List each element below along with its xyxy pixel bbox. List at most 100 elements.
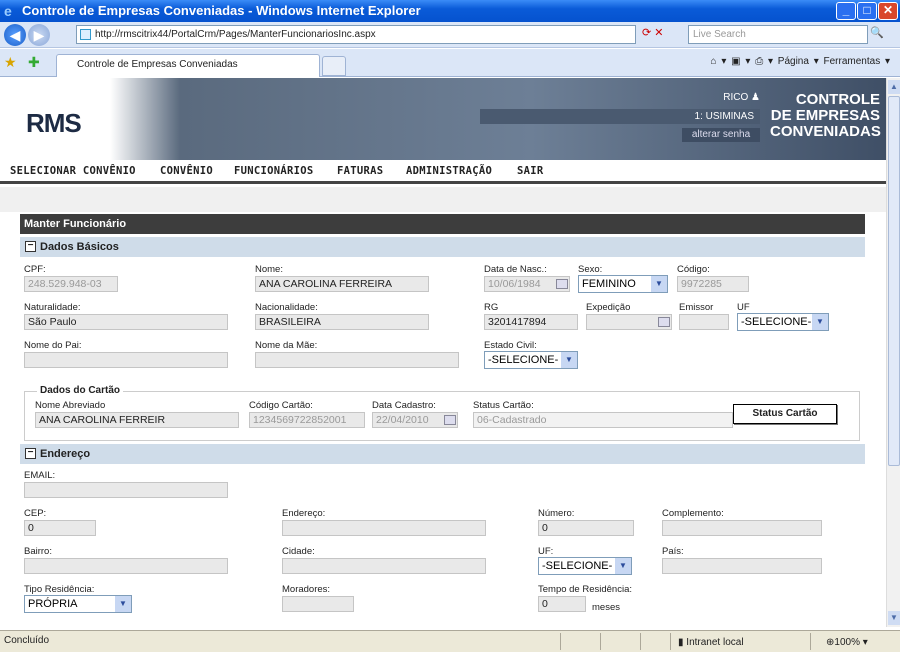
calendar-icon (556, 279, 568, 289)
app-header: RMS RICO ♟ 1: USIMINAS alterar senha CON… (0, 78, 886, 160)
scroll-thumb[interactable] (888, 96, 900, 466)
zone-indicator: ▮ Intranet local (678, 637, 744, 648)
address-bar-row: ◀ ▶ http://rmscitrix44/PortalCrm/Pages/M… (0, 22, 900, 48)
vertical-scrollbar[interactable]: ▲ ▼ (886, 78, 900, 627)
tempo-residencia-field[interactable]: 0 (538, 596, 586, 612)
intranet-icon: ▮ (678, 637, 684, 648)
bairro-field[interactable] (24, 558, 228, 574)
forward-icon[interactable]: ▶ (28, 24, 50, 46)
menu-funcionarios[interactable]: FUNCIONÁRIOS (234, 165, 313, 177)
status-cartao-button[interactable]: Status Cartão (733, 404, 837, 424)
estado-civil-label: Estado Civil: (484, 340, 537, 351)
ie-icon: e (4, 3, 12, 19)
sexo-select[interactable]: FEMININO ▼ (578, 275, 668, 293)
zoom-control[interactable]: ⊕100% ▾ (826, 633, 868, 653)
moradores-label: Moradores: (282, 584, 331, 595)
status-cartao-select[interactable]: 06-Cadastrado (473, 412, 733, 428)
scroll-up-icon[interactable]: ▲ (888, 80, 900, 94)
search-icon[interactable]: 🔍 (870, 26, 884, 39)
estado-civil-select[interactable]: -SELECIONE- ▼ (484, 351, 578, 369)
codigo-label: Código: (677, 264, 710, 275)
nome-label: Nome: (255, 264, 283, 275)
cpf-label: CPF: (24, 264, 46, 275)
data-cadastro-label: Data Cadastro: (372, 400, 436, 411)
cidade-field[interactable] (282, 558, 486, 574)
window-titlebar: e Controle de Empresas Conveniadas - Win… (0, 0, 900, 22)
user-name: RICO ♟ (723, 92, 760, 103)
complemento-field[interactable] (662, 520, 822, 536)
rms-logo: RMS (26, 108, 82, 138)
tab-bar: ★ ✚ Controle de Empresas Conveniadas ⌂ ▾… (0, 49, 900, 77)
menu-administracao[interactable]: ADMINISTRAÇÃO (406, 165, 492, 177)
form-panel: Manter Funcionário − Dados Básicos CPF: 2… (20, 214, 865, 627)
nasc-field[interactable]: 10/06/1984 (484, 276, 570, 292)
uf-select[interactable]: -SELECIONE- ▼ (737, 313, 829, 331)
print-icon[interactable]: ⎙ ▾ (755, 56, 773, 67)
cep-field[interactable]: 0 (24, 520, 96, 536)
cpf-field[interactable]: 248.529.948-03 (24, 276, 118, 292)
command-bar: ⌂ ▾ ▣ ▾ ⎙ ▾ Página ▾ Ferramentas ▾ (711, 56, 890, 67)
close-button[interactable]: ✕ (878, 2, 898, 20)
tipo-residencia-label: Tipo Residência: (24, 584, 95, 595)
main-menu: SELECIONAR CONVÊNIO CONVÊNIO FUNCIONÁRIO… (0, 160, 886, 184)
abrev-field[interactable]: ANA CAROLINA FERREIR (35, 412, 239, 428)
pais-label: País: (662, 546, 684, 557)
address-input[interactable]: http://rmscitrix44/PortalCrm/Pages/Mante… (76, 25, 636, 44)
menu-selecionar-convenio[interactable]: SELECIONAR CONVÊNIO (10, 165, 136, 177)
section-dados-basicos[interactable]: − Dados Básicos (20, 237, 865, 257)
page-menu[interactable]: Página ▾ (778, 56, 819, 67)
home-icon[interactable]: ⌂ ▾ (711, 56, 727, 67)
numero-field[interactable]: 0 (538, 520, 634, 536)
data-cadastro-field[interactable]: 22/04/2010 (372, 412, 458, 428)
cod-cartao-field[interactable]: 1234569722852001 (249, 412, 365, 428)
endereco-field[interactable] (282, 520, 486, 536)
favorites-star-icon[interactable]: ★ (4, 54, 17, 71)
scroll-down-icon[interactable]: ▼ (888, 611, 900, 625)
search-input[interactable]: Live Search (688, 25, 868, 44)
endereco-label: Endereço: (282, 508, 326, 519)
naturalidade-field[interactable]: São Paulo (24, 314, 228, 330)
pai-field[interactable] (24, 352, 228, 368)
section-endereco[interactable]: − Endereço (20, 444, 865, 464)
emissor-label: Emissor (679, 302, 714, 313)
nome-field[interactable]: ANA CAROLINA FERREIRA (255, 276, 429, 292)
add-favorite-icon[interactable]: ✚ (28, 54, 40, 71)
emissor-field[interactable] (679, 314, 729, 330)
tools-menu[interactable]: Ferramentas ▾ (824, 56, 890, 67)
tipo-residencia-select[interactable]: PRÓPRIA ▼ (24, 595, 132, 613)
menu-faturas[interactable]: FATURAS (337, 165, 383, 177)
mae-field[interactable] (255, 352, 459, 368)
brand-title: CONTROLE DE EMPRESAS CONVENIADAS (770, 91, 881, 140)
uf-label: UF (737, 302, 750, 313)
nacionalidade-label: Nacionalidade: (255, 302, 318, 313)
minimize-button[interactable]: _ (836, 2, 856, 20)
nacionalidade-field[interactable]: BRASILEIRA (255, 314, 429, 330)
pais-field[interactable] (662, 558, 822, 574)
change-password-link[interactable]: alterar senha (682, 128, 760, 142)
email-label: EMAIL: (24, 470, 56, 481)
tempo-unit: meses (592, 602, 620, 613)
maximize-button[interactable]: □ (857, 2, 877, 20)
rg-label: RG (484, 302, 499, 313)
menu-sair[interactable]: SAIR (517, 165, 544, 177)
feeds-icon[interactable]: ▣ ▾ (731, 56, 750, 67)
endereco-uf-select[interactable]: -SELECIONE- ▼ (538, 557, 632, 575)
rg-field[interactable]: 3201417894 (484, 314, 578, 330)
new-tab-button[interactable] (322, 56, 346, 76)
tab-title: Controle de Empresas Conveniadas (77, 59, 238, 70)
expedicao-field[interactable] (586, 314, 672, 330)
browser-tab[interactable]: Controle de Empresas Conveniadas (56, 54, 320, 77)
cidade-label: Cidade: (282, 546, 315, 557)
mae-label: Nome da Mãe: (255, 340, 318, 351)
menu-convenio[interactable]: CONVÊNIO (160, 165, 213, 177)
codigo-field[interactable]: 9972285 (677, 276, 749, 292)
collapse-icon[interactable]: − (25, 241, 36, 252)
refresh-stop-icons[interactable]: ⟳ ✕ (642, 26, 682, 43)
email-field[interactable] (24, 482, 228, 498)
back-icon[interactable]: ◀ (4, 24, 26, 46)
moradores-field[interactable] (282, 596, 354, 612)
numero-label: Número: (538, 508, 575, 519)
url-text: http://rmscitrix44/PortalCrm/Pages/Mante… (95, 29, 376, 40)
status-bar: Concluído ▮ Intranet local ⊕100% ▾ (0, 630, 900, 652)
collapse-icon[interactable]: − (25, 448, 36, 459)
